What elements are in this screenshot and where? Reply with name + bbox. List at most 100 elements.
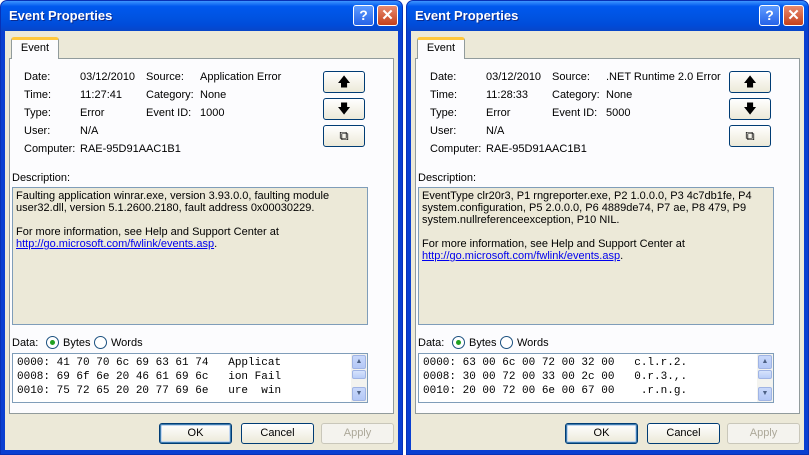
window-title: Event Properties <box>415 8 519 23</box>
user-label: User: <box>24 125 51 137</box>
source-value: .NET Runtime 2.0 Error <box>606 71 721 83</box>
help-link-suffix: . <box>620 250 624 262</box>
data-line: 0010: 75 72 65 20 20 77 69 6e ure win <box>17 385 282 397</box>
time-label: Time: <box>24 89 52 101</box>
description-textbox[interactable]: EventType clr20r3, P1 rngreporter.exe, P… <box>418 187 774 325</box>
category-value: None <box>200 89 227 101</box>
user-value: N/A <box>80 125 99 137</box>
description-label: Description: <box>12 172 71 184</box>
copy-event-button[interactable]: ⧉ <box>729 125 771 147</box>
tab-event[interactable]: Event <box>11 37 59 59</box>
bytes-label[interactable]: Bytes <box>469 337 497 349</box>
user-value: N/A <box>486 125 505 137</box>
description-label: Description: <box>418 172 477 184</box>
scroll-thumb[interactable] <box>352 370 366 379</box>
help-icon[interactable]: ? <box>353 5 374 26</box>
title-bar[interactable]: Event Properties ? ✕ <box>407 1 808 31</box>
date-value: 03/12/2010 <box>80 71 136 83</box>
computer-label: Computer: <box>430 143 482 155</box>
scroll-up-icon[interactable]: ▲ <box>352 355 366 369</box>
source-value: Application Error <box>200 71 282 83</box>
bytes-radio[interactable] <box>46 336 59 349</box>
words-label[interactable]: Words <box>517 337 549 349</box>
scroll-thumb[interactable] <box>758 370 772 379</box>
source-label: Source: <box>146 71 184 83</box>
cancel-button[interactable]: Cancel <box>647 423 720 444</box>
copy-icon: ⧉ <box>339 128 349 143</box>
apply-button[interactable]: Apply <box>727 423 800 444</box>
description-line: Faulting application winrar.exe, version… <box>16 190 330 202</box>
arrow-down-icon: 🡇 <box>743 101 757 116</box>
data-line: 0008: 69 6f 6e 20 46 61 69 6c ion Fail <box>17 371 282 383</box>
time-value: 11:27:41 <box>80 89 123 101</box>
tab-event[interactable]: Event <box>417 37 465 59</box>
description-line: user32.dll, version 5.1.2600.2180, fault… <box>16 202 315 214</box>
arrow-up-icon: 🡅 <box>743 74 757 89</box>
data-scrollbar[interactable]: ▲ ▼ <box>757 354 773 402</box>
scroll-up-icon[interactable]: ▲ <box>758 355 772 369</box>
dialog-client-area: Event Date: 03/12/2010 Time: 11:27:41 Ty… <box>5 31 398 450</box>
help-link-suffix: . <box>214 238 218 250</box>
ok-button[interactable]: OK <box>159 423 232 444</box>
event-tab-page: Date: 03/12/2010 Time: 11:27:41 Type: Er… <box>9 58 394 414</box>
computer-value: RAE-95D91AAC1B1 <box>486 143 587 155</box>
event-id-value: 1000 <box>200 107 225 119</box>
help-link[interactable]: http://go.microsoft.com/fwlink/events.as… <box>422 250 620 262</box>
description-line: system.nullreferenceexception, P10 NIL. <box>422 214 620 226</box>
previous-event-button[interactable]: 🡅 <box>729 71 771 93</box>
event-id-label: Event ID: <box>552 107 598 119</box>
data-scrollbar[interactable]: ▲ ▼ <box>351 354 367 402</box>
dialog-client-area: Event Date: 03/12/2010 Time: 11:28:33 Ty… <box>411 31 804 450</box>
title-bar[interactable]: Event Properties ? ✕ <box>1 1 402 31</box>
ok-button[interactable]: OK <box>565 423 638 444</box>
close-icon[interactable]: ✕ <box>377 5 398 26</box>
close-icon[interactable]: ✕ <box>783 5 804 26</box>
data-line: 0010: 20 00 72 00 6e 00 67 00 .r.n.g. <box>423 385 688 397</box>
description-textbox[interactable]: Faulting application winrar.exe, version… <box>12 187 368 325</box>
help-icon[interactable]: ? <box>759 5 780 26</box>
description-line: system.configuration, P5 2.0.0.0, P6 488… <box>422 202 747 214</box>
cancel-button[interactable]: Cancel <box>241 423 314 444</box>
window-title: Event Properties <box>9 8 113 23</box>
arrow-up-icon: 🡅 <box>337 74 351 89</box>
apply-button[interactable]: Apply <box>321 423 394 444</box>
help-text: For more information, see Help and Suppo… <box>16 226 279 238</box>
date-label: Date: <box>24 71 51 83</box>
type-value: Error <box>80 107 105 119</box>
type-label: Type: <box>24 107 51 119</box>
time-value: 11:28:33 <box>486 89 529 101</box>
data-textbox[interactable]: 0000: 41 70 70 6c 69 63 61 74 Applicat 0… <box>12 353 368 403</box>
computer-value: RAE-95D91AAC1B1 <box>80 143 181 155</box>
previous-event-button[interactable]: 🡅 <box>323 71 365 93</box>
arrow-down-icon: 🡇 <box>337 101 351 116</box>
computer-label: Computer: <box>24 143 76 155</box>
date-value: 03/12/2010 <box>486 71 542 83</box>
data-textbox[interactable]: 0000: 63 00 6c 00 72 00 32 00 c.l.r.2. 0… <box>418 353 774 403</box>
category-value: None <box>606 89 633 101</box>
bytes-radio[interactable] <box>452 336 465 349</box>
words-radio[interactable] <box>500 336 513 349</box>
next-event-button[interactable]: 🡇 <box>323 98 365 120</box>
scroll-down-icon[interactable]: ▼ <box>352 387 366 401</box>
description-line: EventType clr20r3, P1 rngreporter.exe, P… <box>422 190 752 202</box>
event-tab-page: Date: 03/12/2010 Time: 11:28:33 Type: Er… <box>415 58 800 414</box>
words-label[interactable]: Words <box>111 337 143 349</box>
next-event-button[interactable]: 🡇 <box>729 98 771 120</box>
copy-event-button[interactable]: ⧉ <box>323 125 365 147</box>
category-label: Category: <box>146 89 194 101</box>
data-line: 0000: 41 70 70 6c 69 63 61 74 Applicat <box>17 357 282 369</box>
help-text: For more information, see Help and Suppo… <box>422 238 685 250</box>
event-properties-window-2: Event Properties ? ✕ Event Date: 03/12/2… <box>406 0 809 455</box>
copy-icon: ⧉ <box>745 128 755 143</box>
type-label: Type: <box>430 107 457 119</box>
event-id-value: 5000 <box>606 107 631 119</box>
date-label: Date: <box>430 71 457 83</box>
scroll-down-icon[interactable]: ▼ <box>758 387 772 401</box>
help-link[interactable]: http://go.microsoft.com/fwlink/events.as… <box>16 238 214 250</box>
data-line: 0000: 63 00 6c 00 72 00 32 00 c.l.r.2. <box>423 357 688 369</box>
event-properties-window-1: Event Properties ? ✕ Event Date: 03/12/2… <box>0 0 403 455</box>
data-line: 0008: 30 00 72 00 33 00 2c 00 0.r.3.,. <box>423 371 688 383</box>
words-radio[interactable] <box>94 336 107 349</box>
time-label: Time: <box>430 89 458 101</box>
bytes-label[interactable]: Bytes <box>63 337 91 349</box>
